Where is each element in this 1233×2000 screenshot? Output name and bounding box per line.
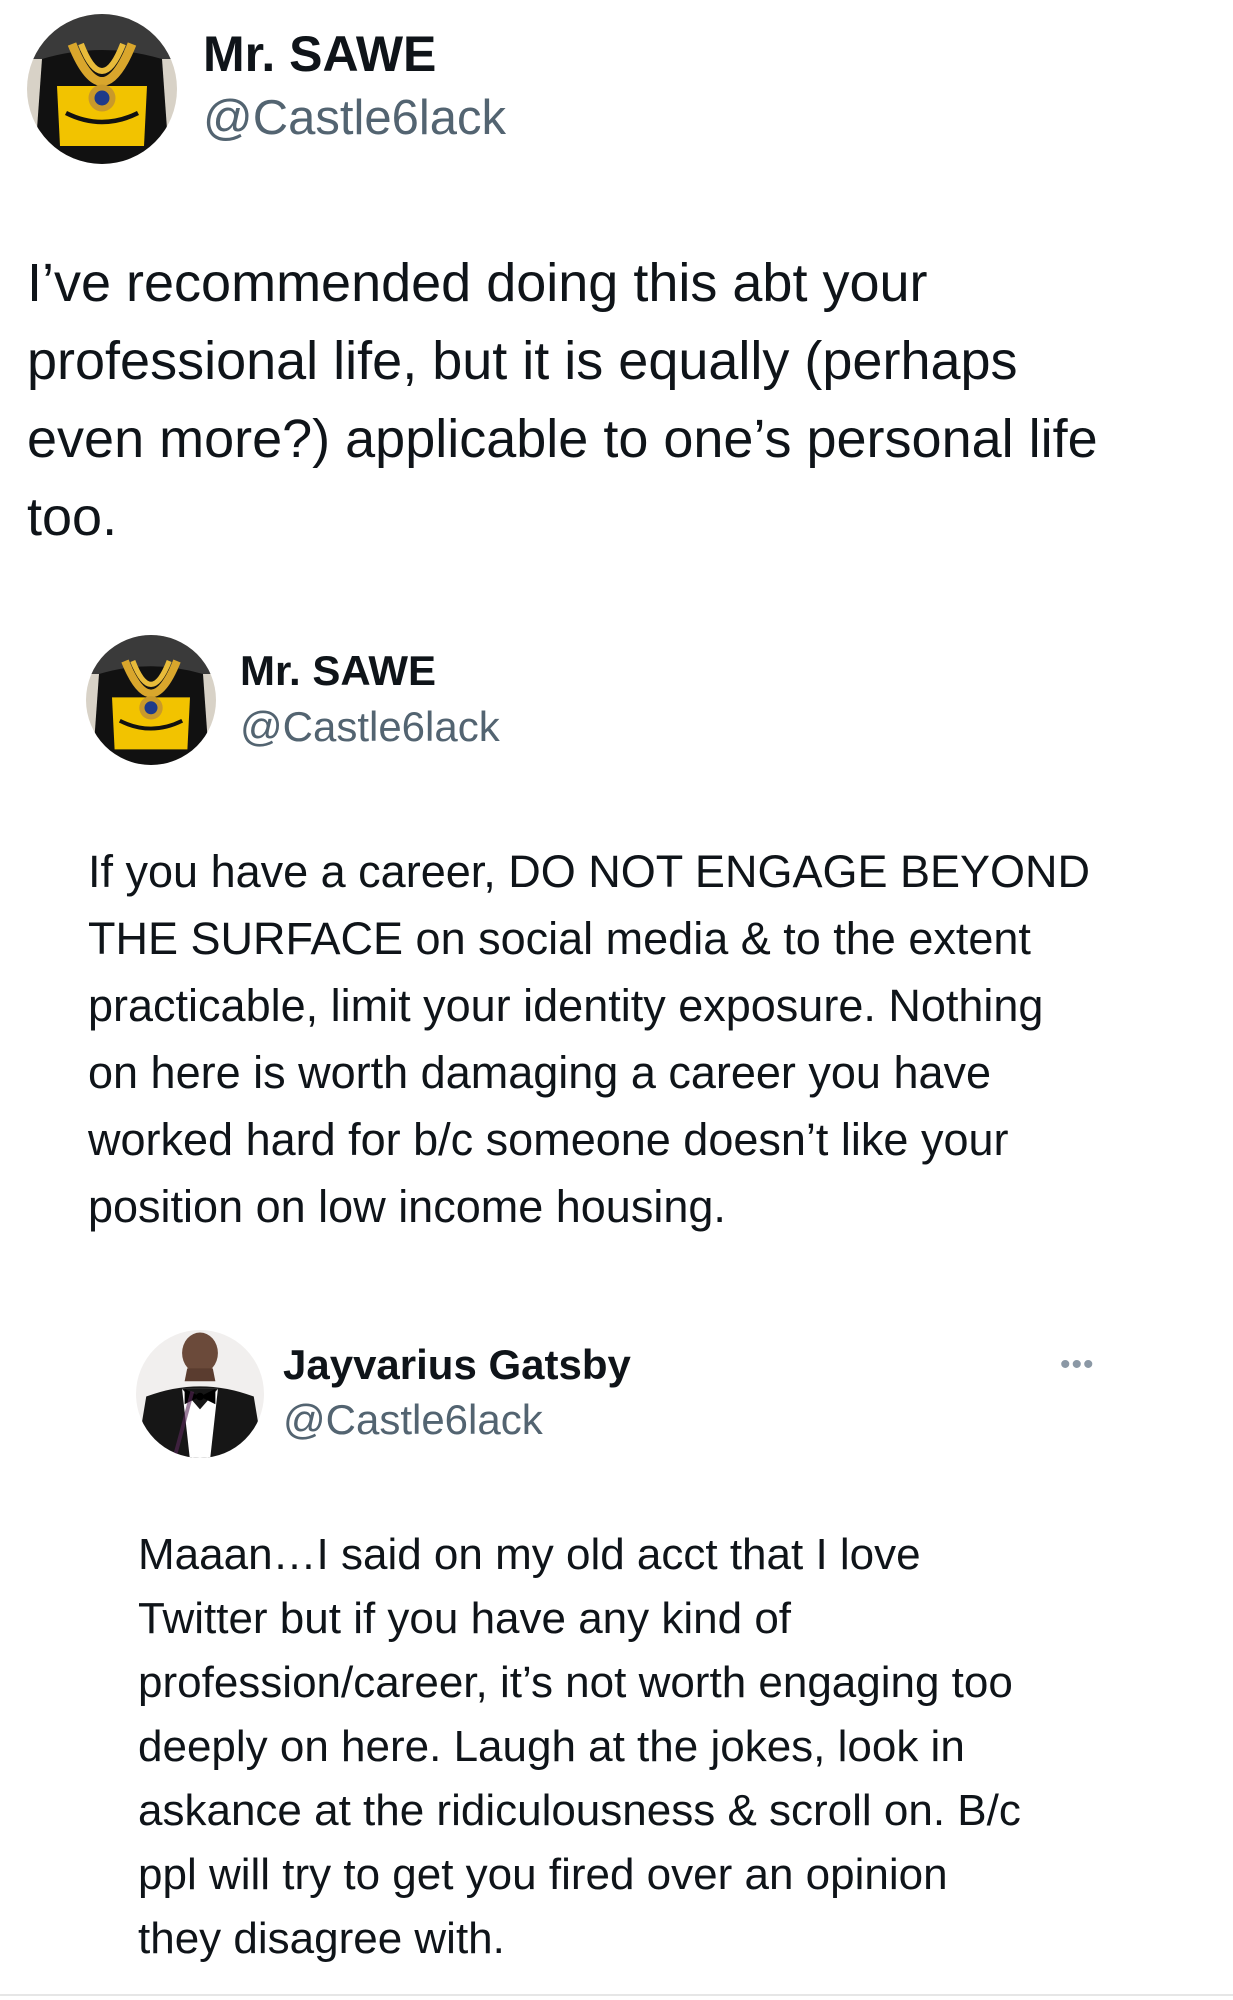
author-handle[interactable]: @Castle6lack	[203, 88, 506, 148]
quoted-tweet-text: If you have a career, DO NOT ENGAGE BEYO…	[88, 846, 1091, 1232]
avatar[interactable]	[86, 635, 216, 765]
tweet-text: I’ve recommended doing this abt your pro…	[27, 253, 1098, 547]
divider	[0, 1994, 1233, 1996]
avatar[interactable]	[27, 14, 177, 164]
avatar[interactable]	[136, 1330, 264, 1458]
quoted-author-handle[interactable]: @Castle6lack	[240, 701, 500, 753]
avatar-chain-shirt-icon	[27, 14, 177, 164]
nested-tweet-text: Maaan…I said on my old acct that I love …	[138, 1530, 1021, 1963]
avatar-tuxedo-icon	[136, 1330, 264, 1458]
nested-author-name[interactable]: Jayvarius Gatsby	[283, 1339, 631, 1391]
avatar-chain-shirt-icon	[86, 635, 216, 765]
author-name[interactable]: Mr. SAWE	[203, 24, 436, 84]
quoted-author-name[interactable]: Mr. SAWE	[240, 645, 436, 697]
nested-author-handle[interactable]: @Castle6lack	[283, 1394, 543, 1446]
more-options-icon[interactable]: •••	[1060, 1350, 1095, 1380]
